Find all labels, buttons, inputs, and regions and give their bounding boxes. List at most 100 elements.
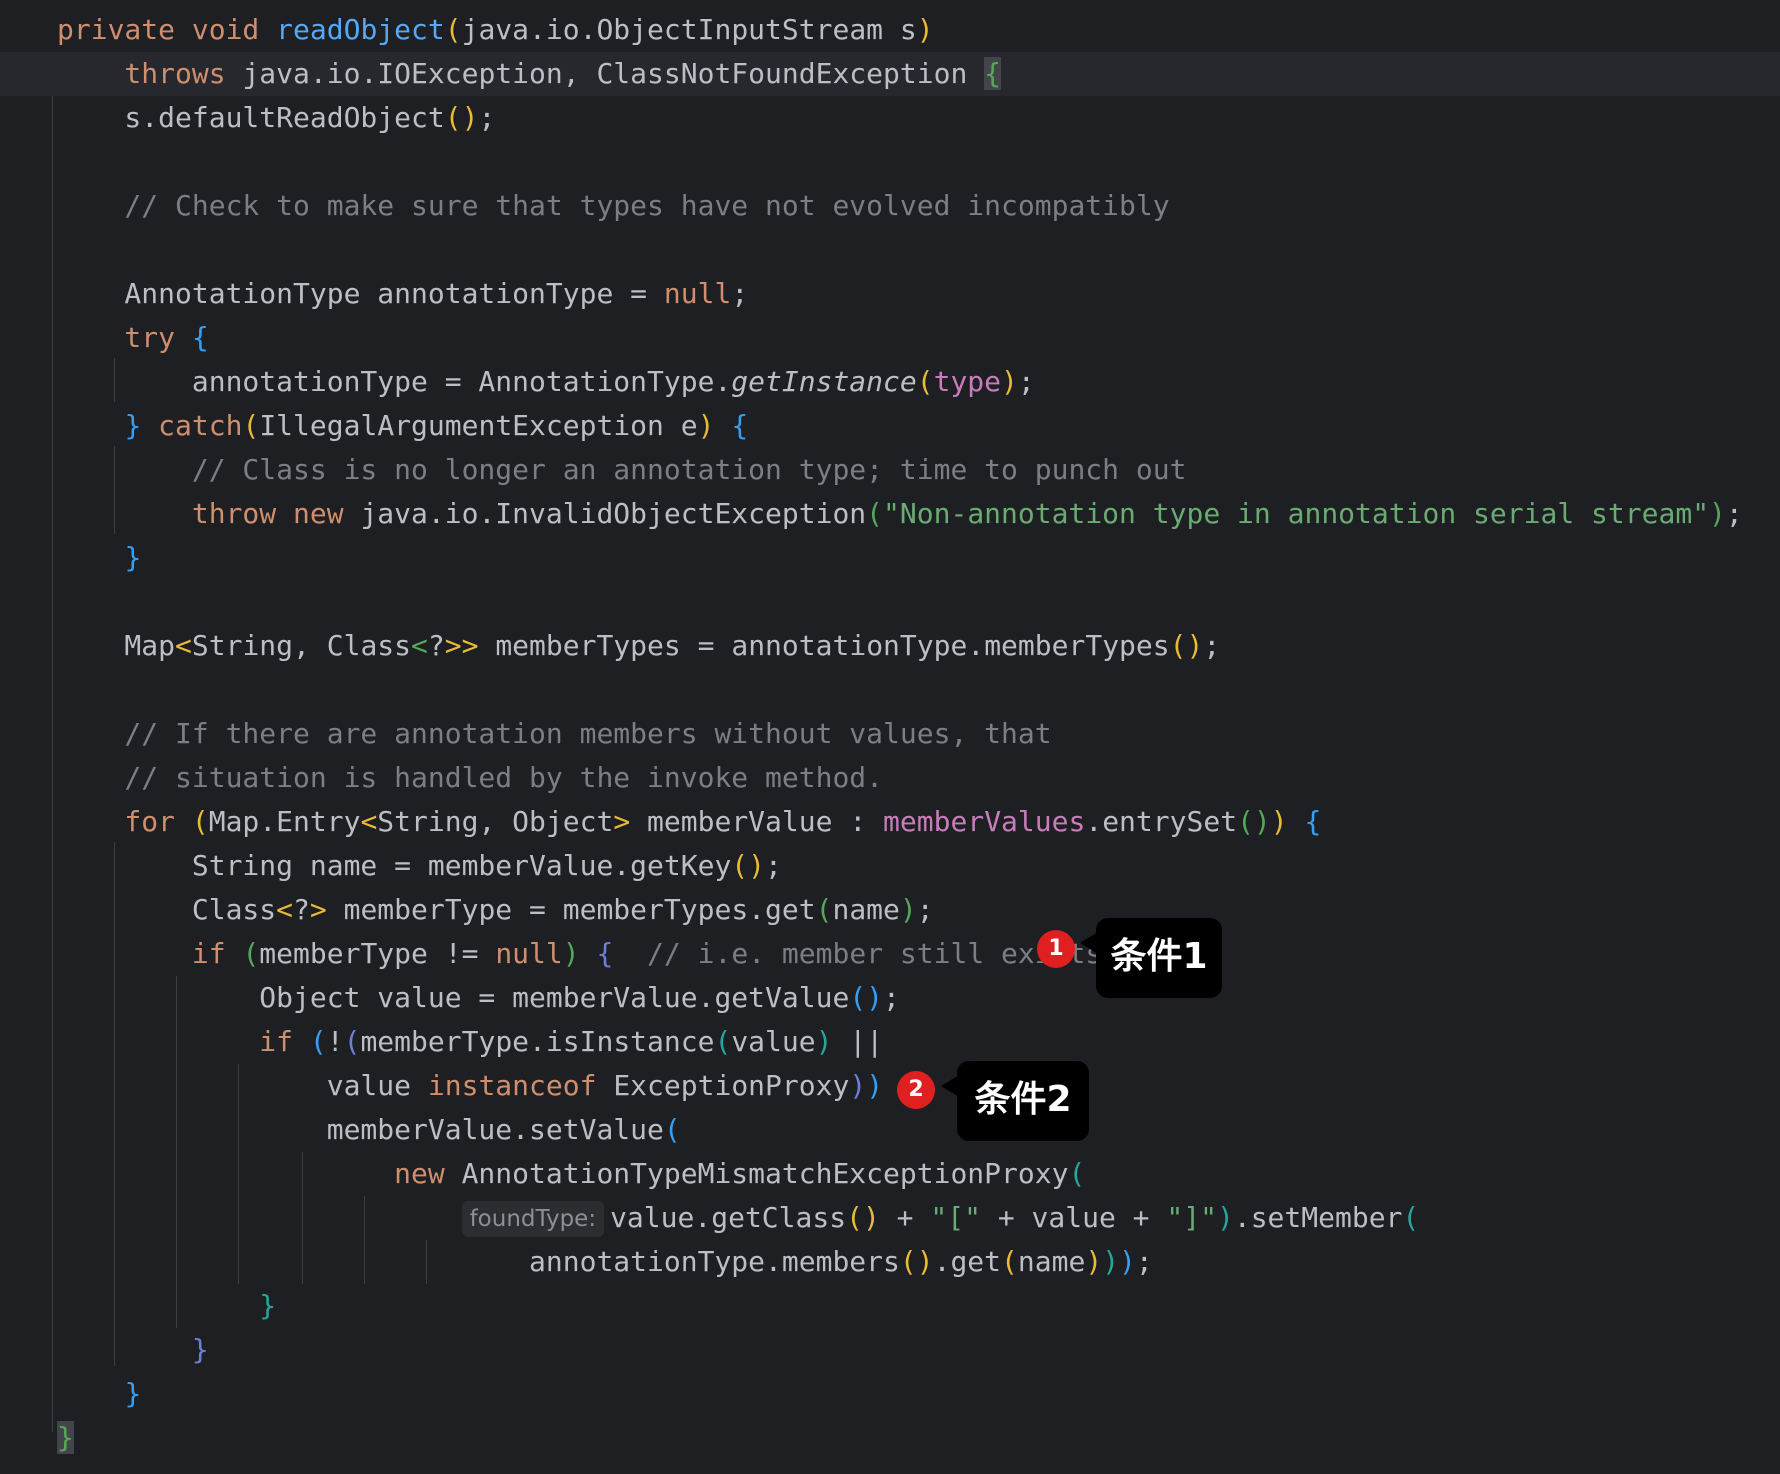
code-token: ; (1135, 1245, 1153, 1278)
code-line[interactable] (0, 580, 1780, 624)
code-token: ) (916, 13, 934, 46)
code-token: "]" (1166, 1201, 1217, 1234)
code-token: } (191, 1333, 209, 1366)
code-token: name (1017, 1245, 1086, 1278)
code-token: () (731, 849, 766, 882)
annotation-badge-1: 1 (1037, 930, 1075, 968)
code-token: ) (866, 1069, 884, 1102)
code-line[interactable]: // situation is handled by the invoke me… (0, 756, 1780, 800)
annotation-callout-2: 条件2 (941, 1061, 1089, 1141)
code-token: } (124, 409, 142, 442)
code-line[interactable]: new AnnotationTypeMismatchExceptionProxy… (0, 1152, 1780, 1196)
code-token: throw new (57, 497, 361, 530)
code-line[interactable]: } (0, 1372, 1780, 1416)
code-token: String, Object (377, 805, 614, 838)
code-token: || (832, 1025, 884, 1058)
annotation-badge-2: 2 (897, 1071, 935, 1109)
code-token: ) (1085, 1245, 1103, 1278)
code-line[interactable] (0, 668, 1780, 712)
code-token: java.io.IOException, ClassNotFoundExcept… (242, 57, 985, 90)
code-token: // Check to make sure that types have no… (57, 189, 1170, 222)
code-token: < (276, 893, 294, 926)
code-token: throws (57, 57, 243, 90)
code-line[interactable]: foundType: value.getClass() + "[" + value… (0, 1196, 1780, 1240)
code-token: ) (849, 1069, 867, 1102)
code-token: memberType != (259, 937, 496, 970)
code-line[interactable]: // If there are annotation members witho… (0, 712, 1780, 756)
code-line[interactable]: annotationType = AnnotationType.getInsta… (0, 360, 1780, 404)
code-token: AnnotationType annotationType = (57, 277, 664, 310)
code-token: () (1237, 805, 1271, 838)
code-token: >> (444, 629, 479, 662)
code-line[interactable]: try { (0, 316, 1780, 360)
code-token: ( (343, 1025, 361, 1058)
code-line[interactable]: if (!(memberType.isInstance(value) || (0, 1020, 1780, 1064)
code-token: if (57, 937, 243, 970)
code-line[interactable]: throws java.io.IOException, ClassNotFoun… (0, 52, 1780, 96)
code-token: > (309, 893, 327, 926)
code-editor[interactable]: private void readObject(java.io.ObjectIn… (0, 0, 1780, 1474)
parameter-hint: foundType: (461, 1201, 605, 1237)
code-line[interactable]: s.defaultReadObject(); (0, 96, 1780, 140)
code-token: IllegalArgumentException e (259, 409, 698, 442)
code-token: () (849, 981, 884, 1014)
code-token: // i.e. member still exists (613, 937, 1103, 970)
code-token: () (444, 101, 479, 134)
code-token: s.defaultReadObject (57, 101, 445, 134)
code-token: null (495, 937, 563, 970)
code-token: ) (1709, 497, 1726, 530)
code-token: { (191, 321, 209, 354)
code-line[interactable]: annotationType.members().get(name))); (0, 1240, 1780, 1284)
code-line[interactable]: AnnotationType annotationType = null; (0, 272, 1780, 316)
code-line[interactable]: private void readObject(java.io.ObjectIn… (0, 8, 1780, 52)
code-token: + value + (980, 1201, 1167, 1234)
code-line[interactable]: } (0, 1284, 1780, 1328)
code-line[interactable]: } (0, 1416, 1780, 1460)
code-token: // If there are annotation members witho… (57, 717, 1052, 750)
code-token: type (933, 365, 1002, 398)
code-line[interactable]: Map<String, Class<?>> memberTypes = anno… (0, 624, 1780, 668)
code-token: + (879, 1201, 931, 1234)
code-token: memberType.isInstance (360, 1025, 715, 1058)
code-line[interactable] (0, 228, 1780, 272)
code-line[interactable]: throw new java.io.InvalidObjectException… (0, 492, 1780, 536)
code-token: } (124, 541, 142, 574)
code-token: ) (1119, 1245, 1136, 1278)
code-line[interactable]: Object value = memberValue.getValue(); (0, 976, 1780, 1020)
code-token: ) (1216, 1201, 1234, 1234)
code-token: if (57, 1025, 310, 1058)
code-token: "[" (930, 1201, 981, 1234)
code-line[interactable]: if (memberType != null) { // i.e. member… (0, 932, 1780, 976)
code-token: value.getClass (610, 1201, 847, 1234)
code-line[interactable]: Class<?> memberType = memberTypes.get(na… (0, 888, 1780, 932)
code-token: annotationType = AnnotationType. (57, 365, 732, 398)
code-token: ! (326, 1025, 344, 1058)
code-token: ( (916, 365, 934, 398)
code-token: name (832, 893, 900, 926)
code-line[interactable]: memberValue.setValue( (0, 1108, 1780, 1152)
code-line[interactable] (0, 140, 1780, 184)
code-token: ; (765, 849, 782, 882)
code-line[interactable]: String name = memberValue.getKey(); (0, 844, 1780, 888)
code-line[interactable]: // Check to make sure that types have no… (0, 184, 1780, 228)
code-line[interactable]: // Class is no longer an annotation type… (0, 448, 1780, 492)
code-token: } (259, 1289, 277, 1322)
code-line[interactable]: } (0, 1328, 1780, 1372)
code-line[interactable]: } catch(IllegalArgumentException e) { (0, 404, 1780, 448)
code-line[interactable]: } (0, 536, 1780, 580)
code-token: ; (883, 981, 900, 1014)
code-token: { (731, 409, 749, 442)
code-token: catch (141, 409, 243, 442)
code-token: ; (731, 277, 749, 310)
code-token: ) (1270, 805, 1288, 838)
code-token: // situation is handled by the invoke me… (57, 761, 884, 794)
code-line[interactable]: value instanceof ExceptionProxy)) { (0, 1064, 1780, 1108)
code-line[interactable]: for (Map.Entry<String, Object> memberVal… (0, 800, 1780, 844)
code-token: value (57, 1069, 428, 1102)
